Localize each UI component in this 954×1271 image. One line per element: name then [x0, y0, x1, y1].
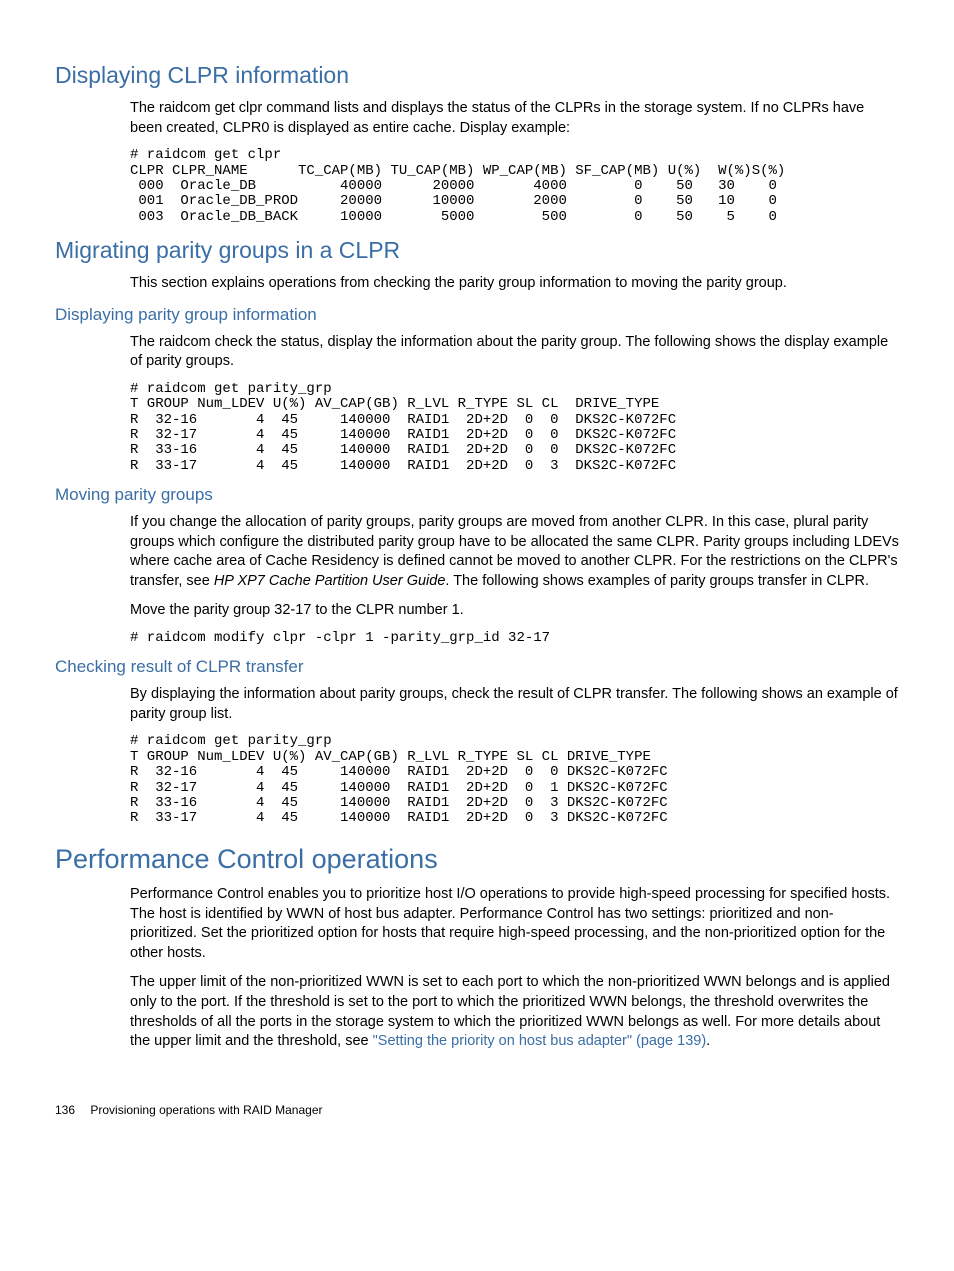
para-performance-1: Performance Control enables you to prior…: [130, 885, 899, 963]
text-perf-suffix: .: [706, 1033, 710, 1049]
link-setting-priority[interactable]: "Setting the priority on host bus adapte…: [373, 1033, 707, 1049]
para-migrating: This section explains operations from ch…: [130, 274, 899, 294]
para-displaying-clpr: The raidcom get clpr command lists and d…: [130, 99, 899, 138]
text-moving-italic: HP XP7 Cache Partition User Guide: [214, 573, 446, 589]
para-checking-result: By displaying the information about pari…: [130, 685, 899, 724]
heading-migrating-parity: Migrating parity groups in a CLPR: [55, 235, 899, 266]
text-moving-suffix: . The following shows examples of parity…: [445, 573, 869, 589]
page-footer: 136 Provisioning operations with RAID Ma…: [55, 1102, 899, 1118]
heading-checking-result: Checking result of CLPR transfer: [55, 656, 899, 679]
para-display-parity: The raidcom check the status, display th…: [130, 333, 899, 372]
code-get-parity-grp-2: # raidcom get parity_grp T GROUP Num_LDE…: [130, 734, 899, 826]
chapter-title: Provisioning operations with RAID Manage…: [90, 1103, 322, 1117]
page-number: 136: [55, 1102, 75, 1118]
code-get-clpr: # raidcom get clpr CLPR CLPR_NAME TC_CAP…: [130, 148, 899, 225]
para-moving-parity-2: Move the parity group 32-17 to the CLPR …: [130, 601, 899, 621]
code-modify-clpr: # raidcom modify clpr -clpr 1 -parity_gr…: [130, 631, 899, 646]
para-moving-parity-1: If you change the allocation of parity g…: [130, 513, 899, 591]
para-performance-2: The upper limit of the non-prioritized W…: [130, 973, 899, 1051]
heading-displaying-clpr: Displaying CLPR information: [55, 60, 899, 91]
heading-display-parity-group: Displaying parity group information: [55, 304, 899, 327]
code-get-parity-grp-1: # raidcom get parity_grp T GROUP Num_LDE…: [130, 382, 899, 474]
heading-performance-control: Performance Control operations: [55, 841, 899, 877]
heading-moving-parity: Moving parity groups: [55, 484, 899, 507]
